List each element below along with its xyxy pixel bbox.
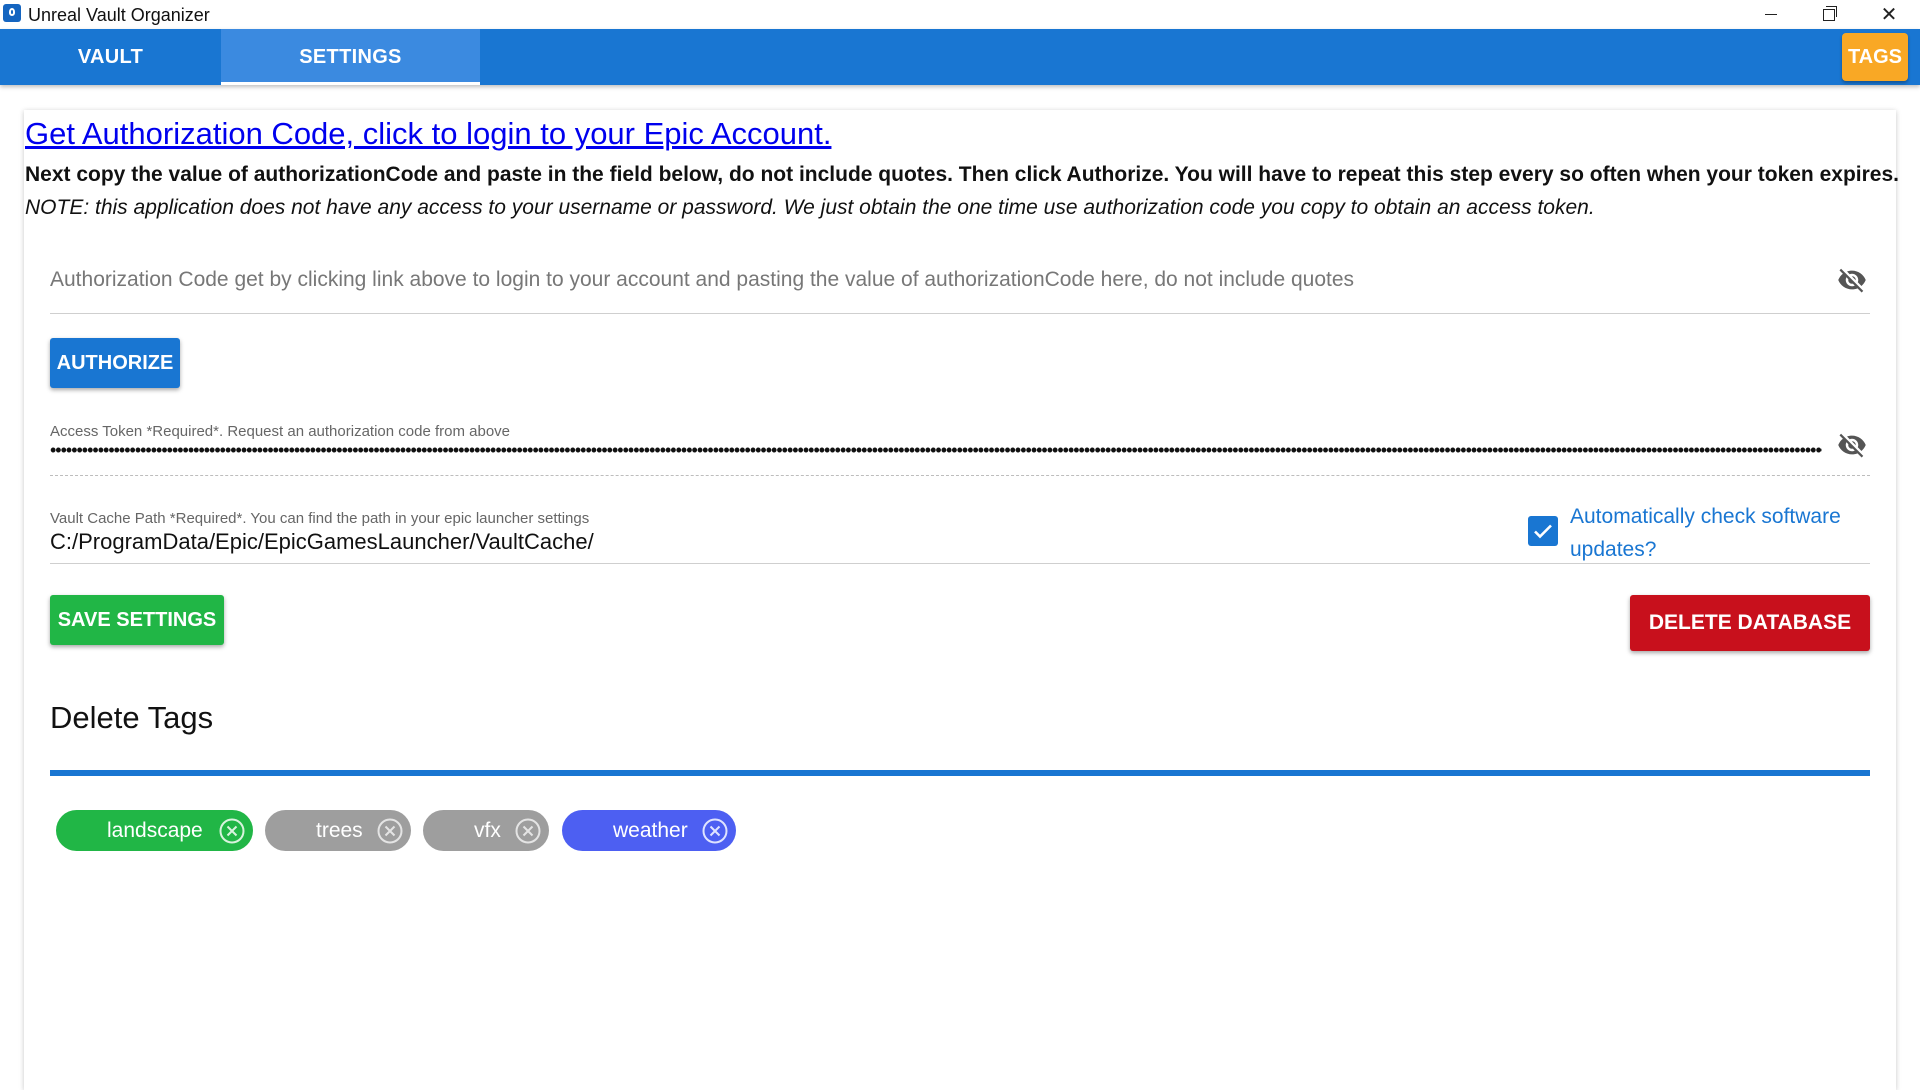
authorization-code-field (50, 255, 1870, 314)
remove-tag-icon[interactable] (219, 818, 245, 844)
app-bar: VAULT SETTINGS TAGS (0, 29, 1920, 85)
vault-cache-path-label: Vault Cache Path *Required*. You can fin… (50, 510, 590, 527)
tag-label: weather (613, 819, 688, 842)
close-button[interactable]: ✕ (1860, 0, 1918, 29)
tag-label: landscape (107, 819, 203, 842)
section-divider (50, 770, 1870, 776)
authorize-button[interactable]: AUTHORIZE (50, 338, 180, 388)
remove-tag-icon[interactable] (702, 818, 728, 844)
minimize-button[interactable] (1742, 0, 1800, 29)
authorization-code-input[interactable] (50, 255, 1810, 305)
tab-vault[interactable]: VAULT (0, 29, 221, 85)
vault-cache-path-input[interactable]: C:/ProgramData/Epic/EpicGamesLauncher/Va… (50, 529, 594, 555)
restore-button[interactable] (1800, 0, 1858, 29)
tag-chip-weather[interactable]: weather (562, 810, 736, 851)
eye-off-icon[interactable] (1834, 430, 1870, 460)
tab-settings[interactable]: SETTINGS (221, 29, 480, 85)
delete-database-button[interactable]: DELETE DATABASE (1630, 595, 1870, 651)
remove-tag-icon[interactable] (377, 818, 403, 844)
tag-chip-landscape[interactable]: landscape (56, 810, 253, 851)
auto-update-label[interactable]: Automatically check software updates? (1570, 500, 1870, 566)
checkmark-icon (1534, 524, 1552, 539)
restore-icon (1823, 5, 1837, 21)
auto-update-checkbox[interactable] (1528, 516, 1558, 546)
tag-chip-trees[interactable]: trees (265, 810, 411, 851)
tag-chip-vfx[interactable]: vfx (423, 810, 549, 851)
app-icon (3, 4, 21, 22)
tag-label: vfx (474, 819, 501, 842)
eye-off-icon[interactable] (1834, 265, 1870, 295)
access-token-input[interactable]: ••••••••••••••••••••••••••••••••••••••••… (50, 445, 1822, 455)
tags-button[interactable]: TAGS (1842, 33, 1908, 81)
remove-tag-icon[interactable] (515, 818, 541, 844)
access-token-field: ••••••••••••••••••••••••••••••••••••••••… (50, 420, 1870, 476)
authorization-instructions: Next copy the value of authorizationCode… (25, 163, 1899, 186)
window-title: Unreal Vault Organizer (28, 5, 210, 25)
minimize-icon (1765, 14, 1777, 15)
close-icon: ✕ (1880, 3, 1898, 26)
delete-tags-title: Delete Tags (50, 700, 214, 735)
window-title-bar: Unreal Vault Organizer ✕ (0, 0, 1920, 29)
save-settings-button[interactable]: SAVE SETTINGS (50, 595, 224, 645)
get-authorization-code-link[interactable]: Get Authorization Code, click to login t… (25, 116, 831, 152)
tag-label: trees (316, 819, 363, 842)
privacy-note: NOTE: this application does not have any… (25, 196, 1595, 219)
